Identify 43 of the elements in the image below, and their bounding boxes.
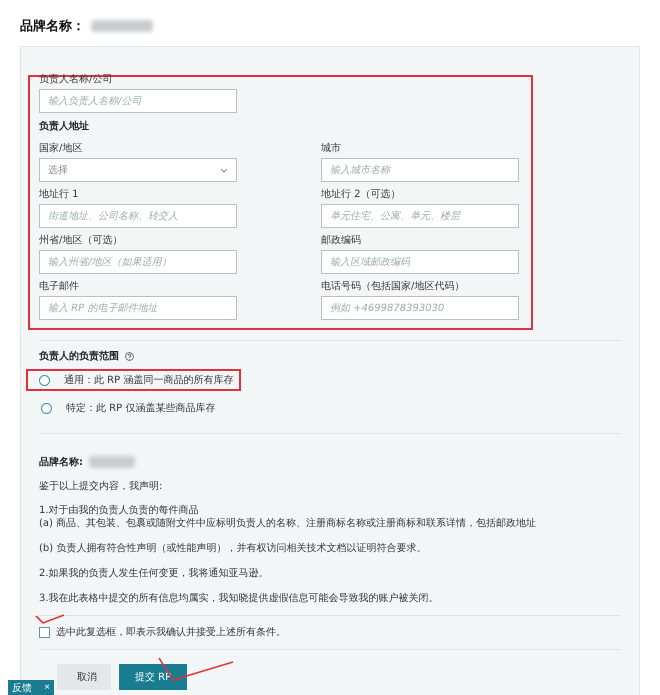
declaration-text: 2.如果我的负责人发生任何变更，我将通知亚马逊。 xyxy=(39,567,270,580)
checkbox-label: 选中此复选框，即表示我确认并接受上述所有条件。 xyxy=(56,626,286,639)
select-field[interactable]: 选择 xyxy=(39,158,237,182)
input-field[interactable]: 输入 RP 的电子邮件地址 xyxy=(39,296,237,320)
declaration-text: 1.对于由我的负责人负责的每件商品 xyxy=(39,504,200,517)
feedback-tab[interactable]: 反馈 × xyxy=(8,680,54,695)
field-label: 地址行 2（可选） xyxy=(321,188,402,201)
tick-mark-drawing xyxy=(35,614,65,624)
cancel-button[interactable]: 取消 xyxy=(57,664,111,690)
chevron-icon xyxy=(220,168,228,172)
close-button[interactable]: × xyxy=(44,682,50,693)
field-label: 城市 xyxy=(321,142,342,155)
field-label: 州省/地区（可选） xyxy=(39,234,124,247)
declaration-text: 3.我在此表格中提交的所有信息均属实，我知晓提供虚假信息可能会导致我的账户被关闭。 xyxy=(39,592,440,605)
blurred-redaction xyxy=(89,456,135,468)
input-field[interactable]: 输入负责人名称/公司 xyxy=(39,89,237,113)
help-icon[interactable] xyxy=(125,352,134,360)
page-title: 品牌名称： xyxy=(20,18,85,35)
radio-button[interactable] xyxy=(41,402,52,414)
input-field[interactable]: 例如 +4699878393030 xyxy=(321,296,519,320)
declaration-text: (b) 负责人拥有符合性声明（或性能声明），并有权访问相关技术文档以证明符合要求。 xyxy=(39,542,428,555)
blurred-redaction xyxy=(91,20,153,32)
input-field[interactable]: 输入州省/地区（如果适用） xyxy=(39,250,237,274)
input-field[interactable]: 输入城市名称 xyxy=(321,158,519,182)
input-field[interactable]: 输入区域邮政编码 xyxy=(321,250,519,274)
field-label: 地址行 1 xyxy=(39,188,80,201)
feedback-label: 反馈 xyxy=(12,682,32,694)
input-field[interactable]: 单元住宅、公寓、单元、楼层 xyxy=(321,204,519,228)
section-heading: 负责人地址 xyxy=(39,120,90,133)
brand-label: 品牌名称: xyxy=(39,456,83,469)
radio-button[interactable] xyxy=(39,374,50,386)
input-field[interactable]: 街道地址、公司名称、转交人 xyxy=(39,204,237,228)
field-label: 邮政编码 xyxy=(321,234,362,247)
field-label: 负责人名称/公司 xyxy=(39,73,114,86)
declaration-text: (a) 商品、其包装、包裹或随附文件中应标明负责人的名称、注册商标名称或注册商标和联系详情，包括邮政地址 xyxy=(39,517,538,530)
option-label: 特定：此 RP 仅涵盖某些商品库存 xyxy=(66,402,216,415)
field-label: 电话号码（包括国家/地区代码） xyxy=(321,280,466,293)
section-heading: 负责人的负责范围 xyxy=(39,350,119,363)
field-label: 国家/地区 xyxy=(39,142,84,155)
option-label: 通用：此 RP 涵盖同一商品的所有库存 xyxy=(64,374,234,387)
checkbox[interactable] xyxy=(39,627,50,638)
declaration-intro: 鉴于以上提交内容，我声明: xyxy=(39,480,164,493)
field-label: 电子邮件 xyxy=(39,280,80,293)
